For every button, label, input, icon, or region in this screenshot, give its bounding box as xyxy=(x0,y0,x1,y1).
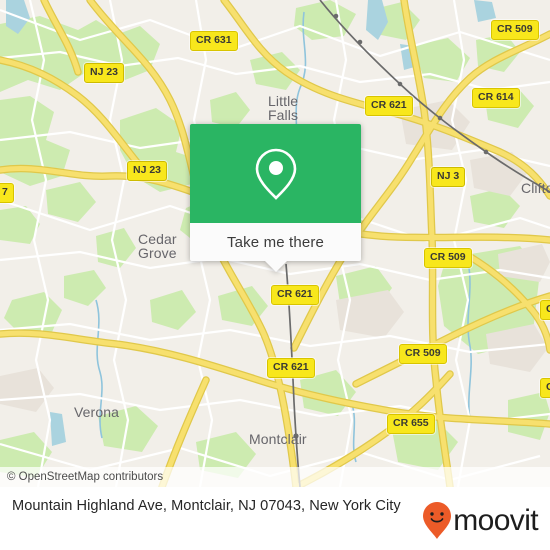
address-text: Mountain Highland Ave, Montclair, NJ 070… xyxy=(12,498,401,514)
take-me-there-card[interactable]: Take me there xyxy=(190,124,361,272)
road-shield-cr-621: CR 621 xyxy=(365,96,413,116)
footer-bar: Mountain Highland Ave, Montclair, NJ 070… xyxy=(0,487,550,550)
road-shield-cr-509: CR 509 xyxy=(399,344,447,364)
road-shield-cr-509: CR 509 xyxy=(424,248,472,268)
road-shield-nj-3: NJ 3 xyxy=(431,167,466,187)
moovit-wordmark: moovit xyxy=(453,504,538,537)
road-shield-cr-5: CR 5 xyxy=(540,378,550,398)
road-shield-cr-655: CR 655 xyxy=(387,414,435,434)
map-pin-icon xyxy=(255,148,296,200)
road-shield-nj-23: NJ 23 xyxy=(127,161,168,181)
road-shield-cr-621: CR 621 xyxy=(267,358,315,378)
card-action-row[interactable]: Take me there xyxy=(190,223,361,261)
road-shield-cr-5: CR 5 xyxy=(540,300,550,320)
road-shield-7: 7 xyxy=(0,183,14,203)
card-pointer-tip xyxy=(264,261,287,272)
road-shield-cr-509: CR 509 xyxy=(491,20,539,40)
moovit-pin-smile-icon xyxy=(423,502,452,539)
road-shield-nj-23: NJ 23 xyxy=(84,63,125,83)
road-shield-cr-631: CR 631 xyxy=(190,31,238,51)
road-shield-cr-614: CR 614 xyxy=(472,88,520,108)
moovit-map-screenshot: Little FallsCedar GroveCliftonVeronaMont… xyxy=(0,0,550,550)
moovit-logo[interactable]: moovit xyxy=(422,496,539,541)
road-shield-cr-621: CR 621 xyxy=(271,285,319,305)
osm-attribution[interactable]: © OpenStreetMap contributors xyxy=(0,467,550,487)
take-me-there-label: Take me there xyxy=(227,233,324,251)
card-pin-area xyxy=(190,124,361,223)
